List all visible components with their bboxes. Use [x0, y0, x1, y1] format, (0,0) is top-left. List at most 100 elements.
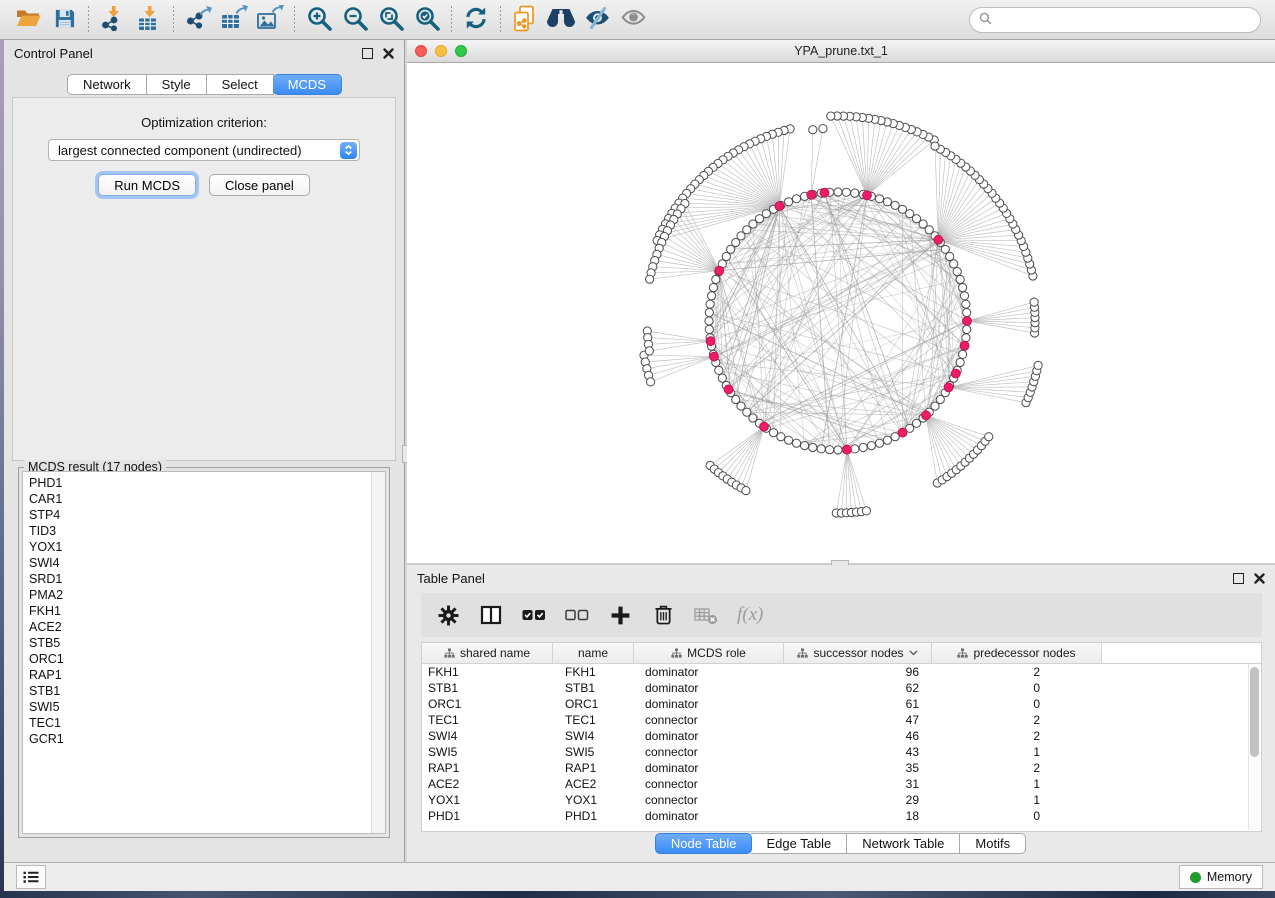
save-session-button[interactable]	[46, 3, 82, 37]
zoom-in-button[interactable]	[301, 3, 337, 37]
table-row[interactable]: SWI4 SWI4 dominator 46 2	[422, 728, 1261, 744]
table-row[interactable]: SWI5 SWI5 connector 43 1	[422, 744, 1261, 760]
search-network-button[interactable]	[543, 3, 579, 37]
table-row[interactable]: TEC1 TEC1 connector 47 2	[422, 712, 1261, 728]
import-network-button[interactable]	[95, 3, 131, 37]
zoom-in-icon	[306, 5, 333, 35]
delete-columns-button[interactable]	[651, 603, 675, 627]
delete-table-button[interactable]	[694, 603, 718, 627]
close-panel-button[interactable]: Close panel	[209, 174, 310, 196]
mcds-result-item[interactable]: ACE2	[29, 619, 372, 635]
close-panel-icon[interactable]	[1254, 573, 1265, 584]
close-panel-icon[interactable]	[383, 48, 394, 59]
memory-button[interactable]: Memory	[1179, 865, 1263, 889]
tab-node-table[interactable]: Node Table	[655, 833, 753, 854]
cell-predecessor-nodes: 1	[931, 777, 1101, 791]
table-row[interactable]: ORC1 ORC1 dominator 61 0	[422, 696, 1261, 712]
refresh-button[interactable]	[458, 3, 494, 37]
tree-icon	[957, 648, 968, 659]
network-canvas[interactable]	[407, 63, 1275, 563]
table-settings-button[interactable]	[436, 603, 460, 627]
cell-predecessor-nodes: 1	[931, 793, 1101, 807]
table-panel: Table Panel f(x) shared name name MCDS r…	[407, 565, 1275, 862]
mcds-result-item[interactable]: STP4	[29, 507, 372, 523]
mcds-result-item[interactable]: FKH1	[29, 603, 372, 619]
select-all-columns-button[interactable]	[522, 603, 546, 627]
eye-slash-icon	[584, 7, 611, 32]
search-input[interactable]	[997, 12, 1251, 28]
mcds-result-item[interactable]: YOX1	[29, 539, 372, 555]
mcds-result-item[interactable]: CAR1	[29, 491, 372, 507]
criterion-select[interactable]: largest connected component (undirected)	[48, 139, 360, 161]
mcds-result-item[interactable]: STB1	[29, 683, 372, 699]
open-session-button[interactable]	[10, 3, 46, 37]
deselect-all-columns-button[interactable]	[565, 603, 589, 627]
table-row[interactable]: STB1 STB1 dominator 62 0	[422, 680, 1261, 696]
tab-style[interactable]: Style	[147, 74, 207, 95]
network-search-box[interactable]	[969, 7, 1261, 33]
mcds-result-item[interactable]: RAP1	[29, 667, 372, 683]
function-builder-button[interactable]: f(x)	[737, 604, 763, 626]
zoom-out-button[interactable]	[337, 3, 373, 37]
tab-mcds[interactable]: MCDS	[273, 74, 342, 95]
memory-status-icon	[1190, 872, 1201, 883]
column-header-successor-nodes[interactable]: successor nodes	[784, 643, 932, 663]
table-panel-title: Table Panel	[417, 571, 1223, 586]
copy-style-button[interactable]	[507, 3, 543, 37]
task-history-button[interactable]	[16, 865, 46, 889]
mcds-result-group: MCDS result (17 nodes) PHD1CAR1STP4TID3Y…	[18, 467, 390, 838]
copy-style-icon	[513, 5, 538, 35]
tab-network-table[interactable]: Network Table	[847, 833, 960, 854]
export-network-button[interactable]	[180, 3, 216, 37]
show-columns-button[interactable]	[479, 603, 503, 627]
tab-motifs[interactable]: Motifs	[960, 833, 1026, 854]
table-row[interactable]: YOX1 YOX1 connector 29 1	[422, 792, 1261, 808]
tab-select[interactable]: Select	[207, 74, 274, 95]
mcds-result-item[interactable]: TID3	[29, 523, 372, 539]
cell-shared-name: TEC1	[422, 713, 552, 727]
run-mcds-button[interactable]: Run MCDS	[98, 174, 196, 196]
table-scrollbar[interactable]	[1248, 664, 1260, 830]
main-toolbar	[0, 0, 1275, 40]
cell-mcds-role: connector	[633, 777, 783, 791]
show-all-button[interactable]	[615, 3, 651, 37]
cell-mcds-role: dominator	[633, 761, 783, 775]
column-header-shared-name[interactable]: shared name	[422, 643, 553, 663]
mcds-result-item[interactable]: TEC1	[29, 715, 372, 731]
import-table-button[interactable]	[131, 3, 167, 37]
network-view-window: YPA_prune.txt_1	[407, 40, 1275, 563]
mcds-result-item[interactable]: SWI4	[29, 555, 372, 571]
tab-network[interactable]: Network	[67, 74, 147, 95]
cell-mcds-role: dominator	[633, 809, 783, 823]
mcds-list-scrollbar[interactable]	[371, 472, 385, 833]
export-table-button[interactable]	[216, 3, 252, 37]
mcds-result-item[interactable]: PHD1	[29, 475, 372, 491]
mcds-result-item[interactable]: PMA2	[29, 587, 372, 603]
mcds-result-item[interactable]: GCR1	[29, 731, 372, 747]
column-header-predecessor-nodes[interactable]: predecessor nodes	[932, 643, 1102, 663]
mcds-result-item[interactable]: SWI5	[29, 699, 372, 715]
cell-successor-nodes: 31	[783, 777, 931, 791]
cell-predecessor-nodes: 0	[931, 697, 1101, 711]
mcds-result-item[interactable]: STB5	[29, 635, 372, 651]
mcds-result-item[interactable]: SRD1	[29, 571, 372, 587]
hide-selected-button[interactable]	[579, 3, 615, 37]
cell-name: FKH1	[552, 665, 633, 679]
table-row[interactable]: PHD1 PHD1 dominator 18 0	[422, 808, 1261, 824]
tab-edge-table[interactable]: Edge Table	[751, 833, 847, 854]
table-scrollbar-thumb[interactable]	[1250, 667, 1259, 757]
column-header-mcds-role[interactable]: MCDS role	[634, 643, 784, 663]
mcds-result-item[interactable]: ORC1	[29, 651, 372, 667]
eye-icon	[620, 8, 647, 31]
export-image-button[interactable]	[252, 3, 288, 37]
float-window-icon[interactable]	[1233, 573, 1244, 584]
table-row[interactable]: RAP1 RAP1 dominator 35 2	[422, 760, 1261, 776]
table-row[interactable]: FKH1 FKH1 dominator 96 2	[422, 664, 1261, 680]
table-row[interactable]: ACE2 ACE2 connector 31 1	[422, 776, 1261, 792]
float-window-icon[interactable]	[362, 48, 373, 59]
column-header-name[interactable]: name	[553, 643, 634, 663]
zoom-fit-button[interactable]	[373, 3, 409, 37]
zoom-selected-button[interactable]	[409, 3, 445, 37]
add-column-button[interactable]	[608, 603, 632, 627]
network-graph[interactable]	[407, 63, 1275, 563]
